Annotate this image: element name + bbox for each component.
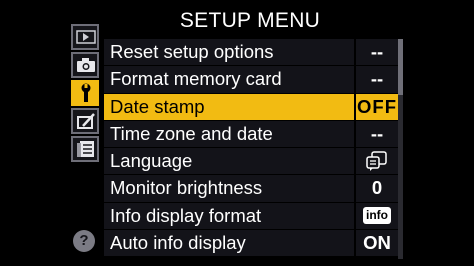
menu-item-value: -- [356,120,398,148]
menu-item-value: 0 [356,175,398,202]
menu-item-label: Language [104,148,354,175]
shooting-tab[interactable] [71,52,99,78]
menu-item-value: ON [356,230,398,257]
menu-item-monitor-brightness[interactable]: Monitor brightness 0 [104,175,400,203]
menu-item-date-stamp[interactable]: Date stamp OFF [104,93,400,121]
language-icon [366,151,387,172]
retouch-brush-icon [77,113,95,129]
menu-item-label: Reset setup options [104,39,354,66]
setup-tab[interactable] [71,80,99,106]
menu-item-format-memory-card[interactable]: Format memory card -- [104,66,400,94]
menu-item-value: OFF [356,93,398,120]
menu-scrollbar[interactable] [398,39,403,259]
menu-item-language[interactable]: Language [104,148,400,176]
setup-menu-list: Reset setup options -- Format memory car… [104,39,400,258]
menu-item-time-zone-and-date[interactable]: Time zone and date -- [104,120,400,149]
recent-settings-icon [77,141,94,157]
menu-item-value: info [356,202,398,230]
page-title: SETUP MENU [179,9,321,32]
menu-item-value [356,148,398,175]
scrollbar-thumb[interactable] [398,39,403,95]
wrench-icon [81,83,91,102]
playback-icon [76,30,96,44]
menu-item-reset-setup-options[interactable]: Reset setup options -- [104,39,400,67]
menu-item-label: Date stamp [104,93,354,120]
menu-item-value: -- [356,66,398,93]
menu-item-auto-info-display[interactable]: Auto info display ON [104,230,400,258]
menu-item-label: Time zone and date [104,120,354,148]
help-icon[interactable]: ? [73,230,95,252]
menu-item-info-display-format[interactable]: Info display format info [104,202,400,231]
menu-item-label: Info display format [104,202,354,230]
info-badge: info [363,206,391,224]
menu-item-label: Format memory card [104,66,354,93]
camera-icon [77,58,95,72]
retouch-tab[interactable] [71,108,99,134]
menu-tabs-sidebar [69,24,99,174]
menu-item-value: -- [356,39,398,66]
menu-item-label: Auto info display [104,230,354,257]
recent-settings-tab[interactable] [71,136,99,162]
playback-tab[interactable] [71,24,99,50]
menu-item-label: Monitor brightness [104,175,354,202]
